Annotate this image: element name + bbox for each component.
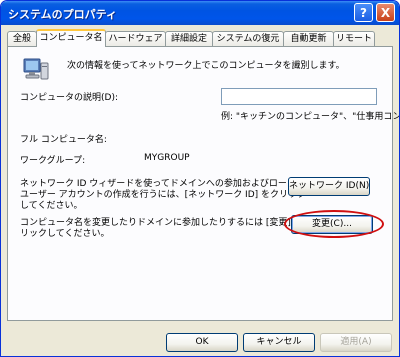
- computer-name-panel: 次の情報を使ってネットワーク上でこのコンピュータを識別します。 コンピュータの説…: [7, 46, 399, 321]
- tab-general[interactable]: 全般: [7, 31, 37, 46]
- workgroup-label: ワークグループ:: [20, 156, 86, 166]
- tab-advanced[interactable]: 詳細設定: [165, 31, 213, 46]
- apply-button[interactable]: 適用(A): [320, 333, 392, 352]
- computer-icon: [23, 58, 49, 80]
- description-input[interactable]: [221, 88, 377, 105]
- tab-system-restore[interactable]: システムの復元: [212, 31, 284, 46]
- tab-strip: 全般 コンピュータ名 ハードウェア 詳細設定 システムの復元 自動更新 リモート: [7, 29, 393, 47]
- network-id-button[interactable]: ネットワーク ID(N): [288, 177, 370, 196]
- example-text: 例: "キッチンのコンピュータ"、"仕事用コンピュータ": [221, 112, 399, 122]
- description-label: コンピュータの説明(D):: [20, 93, 118, 103]
- title-bar[interactable]: システムのプロパティ ? X: [1, 1, 399, 25]
- cancel-button[interactable]: キャンセル: [243, 333, 315, 352]
- close-button[interactable]: X: [376, 3, 395, 22]
- intro-text: 次の情報を使ってネットワーク上でこのコンピュータを識別します。: [67, 61, 345, 71]
- tab-hardware[interactable]: ハードウェア: [105, 31, 166, 46]
- change-button-highlight-ring: [284, 210, 384, 238]
- tab-remote[interactable]: リモート: [333, 31, 375, 46]
- ok-button[interactable]: OK: [166, 333, 238, 352]
- workgroup-value: MYGROUP: [144, 153, 190, 163]
- tab-computer-name[interactable]: コンピュータ名: [36, 29, 106, 47]
- system-properties-window: システムのプロパティ ? X 全般 コンピュータ名 ハードウェア 詳細設定 シス…: [0, 0, 400, 357]
- window-title: システムのプロパティ: [8, 8, 118, 21]
- network-id-text-line-3: してください。: [20, 201, 83, 211]
- change-text-line-2: リックしてください。: [20, 229, 110, 239]
- full-computer-name-label: フル コンピュータ名:: [20, 135, 107, 145]
- help-button[interactable]: ?: [354, 3, 373, 22]
- tab-automatic-updates[interactable]: 自動更新: [283, 31, 334, 46]
